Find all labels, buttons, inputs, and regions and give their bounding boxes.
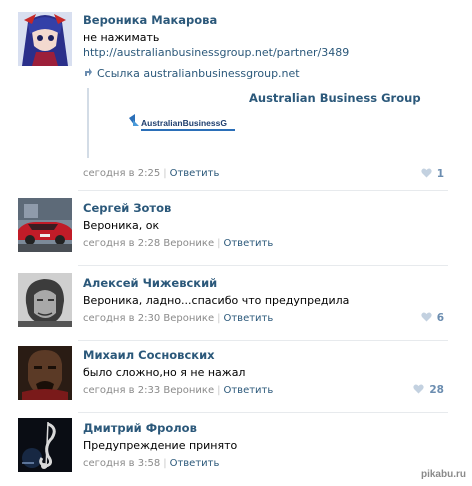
reply-button[interactable]: Ответить [170, 168, 220, 179]
comment-5: Дмитрий Фролов Предупреждение принято се… [0, 412, 472, 486]
comment-3: Алексей Чижевский Вероника, ладно...спас… [0, 265, 472, 340]
comment-text: Предупреждение принято [83, 439, 238, 452]
like-count: 28 [429, 384, 444, 396]
watermark: pikabu.ru [420, 469, 466, 480]
comment-author[interactable]: Михаил Сосновских [83, 348, 215, 362]
snippet-logo-text: AustralianBusinessG [141, 118, 227, 128]
comment-text: Вероника, ок [83, 219, 160, 232]
comment-4: Михаил Сосновских было сложно,но я не на… [0, 340, 472, 415]
comment-1: Вероника Макарова не нажимать http://aus… [0, 0, 472, 190]
avatar-mikhail[interactable] [18, 346, 72, 400]
comment-2: Сергей Зотов Вероника, ок сегодня в 2:28… [0, 190, 472, 265]
comment-author[interactable]: Сергей Зотов [83, 201, 171, 215]
comment-meta: сегодня в 2:30 Веронике | Ответить [83, 313, 273, 324]
reply-button[interactable]: Ответить [170, 458, 220, 469]
avatar-sergey[interactable] [18, 198, 72, 252]
meta-separator: | [163, 458, 167, 469]
reply-to-name[interactable]: Веронике [163, 313, 214, 324]
comment-text: Вероника, ладно...спасибо что предупреди… [83, 294, 350, 307]
comment-time[interactable]: сегодня в 2:33 [83, 385, 160, 396]
meta-separator: | [163, 168, 167, 179]
reply-button[interactable]: Ответить [223, 313, 273, 324]
comment-meta: сегодня в 3:58 | Ответить [83, 458, 219, 469]
comment-meta: сегодня в 2:25 | Ответить [83, 168, 219, 179]
snippet-link-text: Ссылка australianbusinessgroup.net [97, 67, 300, 80]
like-button[interactable]: 1 [421, 168, 444, 181]
heart-icon [413, 384, 425, 397]
link-snippet[interactable]: Australian Business Group AustralianBusi… [87, 88, 421, 158]
reply-to-name[interactable]: Веронике [163, 238, 214, 249]
like-button[interactable]: 28 [413, 384, 444, 397]
comment-author[interactable]: Вероника Макарова [83, 13, 217, 27]
like-button[interactable]: 6 [421, 312, 444, 325]
like-count: 6 [436, 312, 444, 324]
comment-meta: сегодня в 2:33 Веронике | Ответить [83, 385, 273, 396]
like-count: 1 [436, 168, 444, 180]
comment-time[interactable]: сегодня в 2:25 [83, 168, 160, 179]
comment-text: было сложно,но я не нажал [83, 366, 246, 379]
comment-author[interactable]: Дмитрий Фролов [83, 421, 197, 435]
snippet-link[interactable]: Ссылка australianbusinessgroup.net [83, 67, 300, 80]
avatar-aleksey[interactable] [18, 273, 72, 327]
snippet-logo[interactable]: AustralianBusinessG [127, 112, 237, 134]
comment-time[interactable]: сегодня в 2:30 [83, 313, 160, 324]
comment-url-link[interactable]: http://australianbusinessgroup.net/partn… [83, 46, 349, 59]
comment-time[interactable]: сегодня в 2:28 [83, 238, 160, 249]
comment-author[interactable]: Алексей Чижевский [83, 276, 217, 290]
reply-button[interactable]: Ответить [223, 238, 273, 249]
share-arrow-icon [83, 67, 93, 80]
heart-icon [421, 312, 432, 325]
comment-text: не нажимать [83, 31, 160, 44]
heart-icon [421, 168, 432, 181]
avatar-dmitry[interactable] [18, 418, 72, 472]
snippet-title[interactable]: Australian Business Group [249, 91, 421, 105]
avatar-veronika[interactable] [18, 12, 72, 66]
reply-button[interactable]: Ответить [223, 385, 273, 396]
comment-time[interactable]: сегодня в 3:58 [83, 458, 160, 469]
comment-meta: сегодня в 2:28 Веронике | Ответить [83, 238, 273, 249]
reply-to-name[interactable]: Веронике [163, 385, 214, 396]
